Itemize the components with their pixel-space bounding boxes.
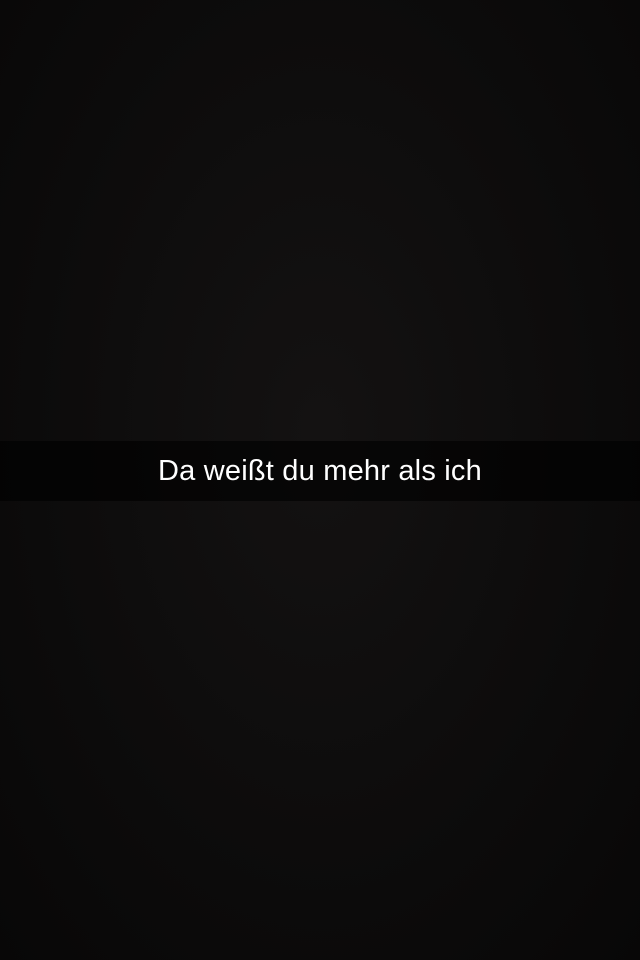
caption-text: Da weißt du mehr als ich bbox=[158, 454, 482, 487]
snap-photo: Da weißt du mehr als ich bbox=[0, 0, 640, 960]
caption-bar: Da weißt du mehr als ich bbox=[0, 441, 640, 501]
